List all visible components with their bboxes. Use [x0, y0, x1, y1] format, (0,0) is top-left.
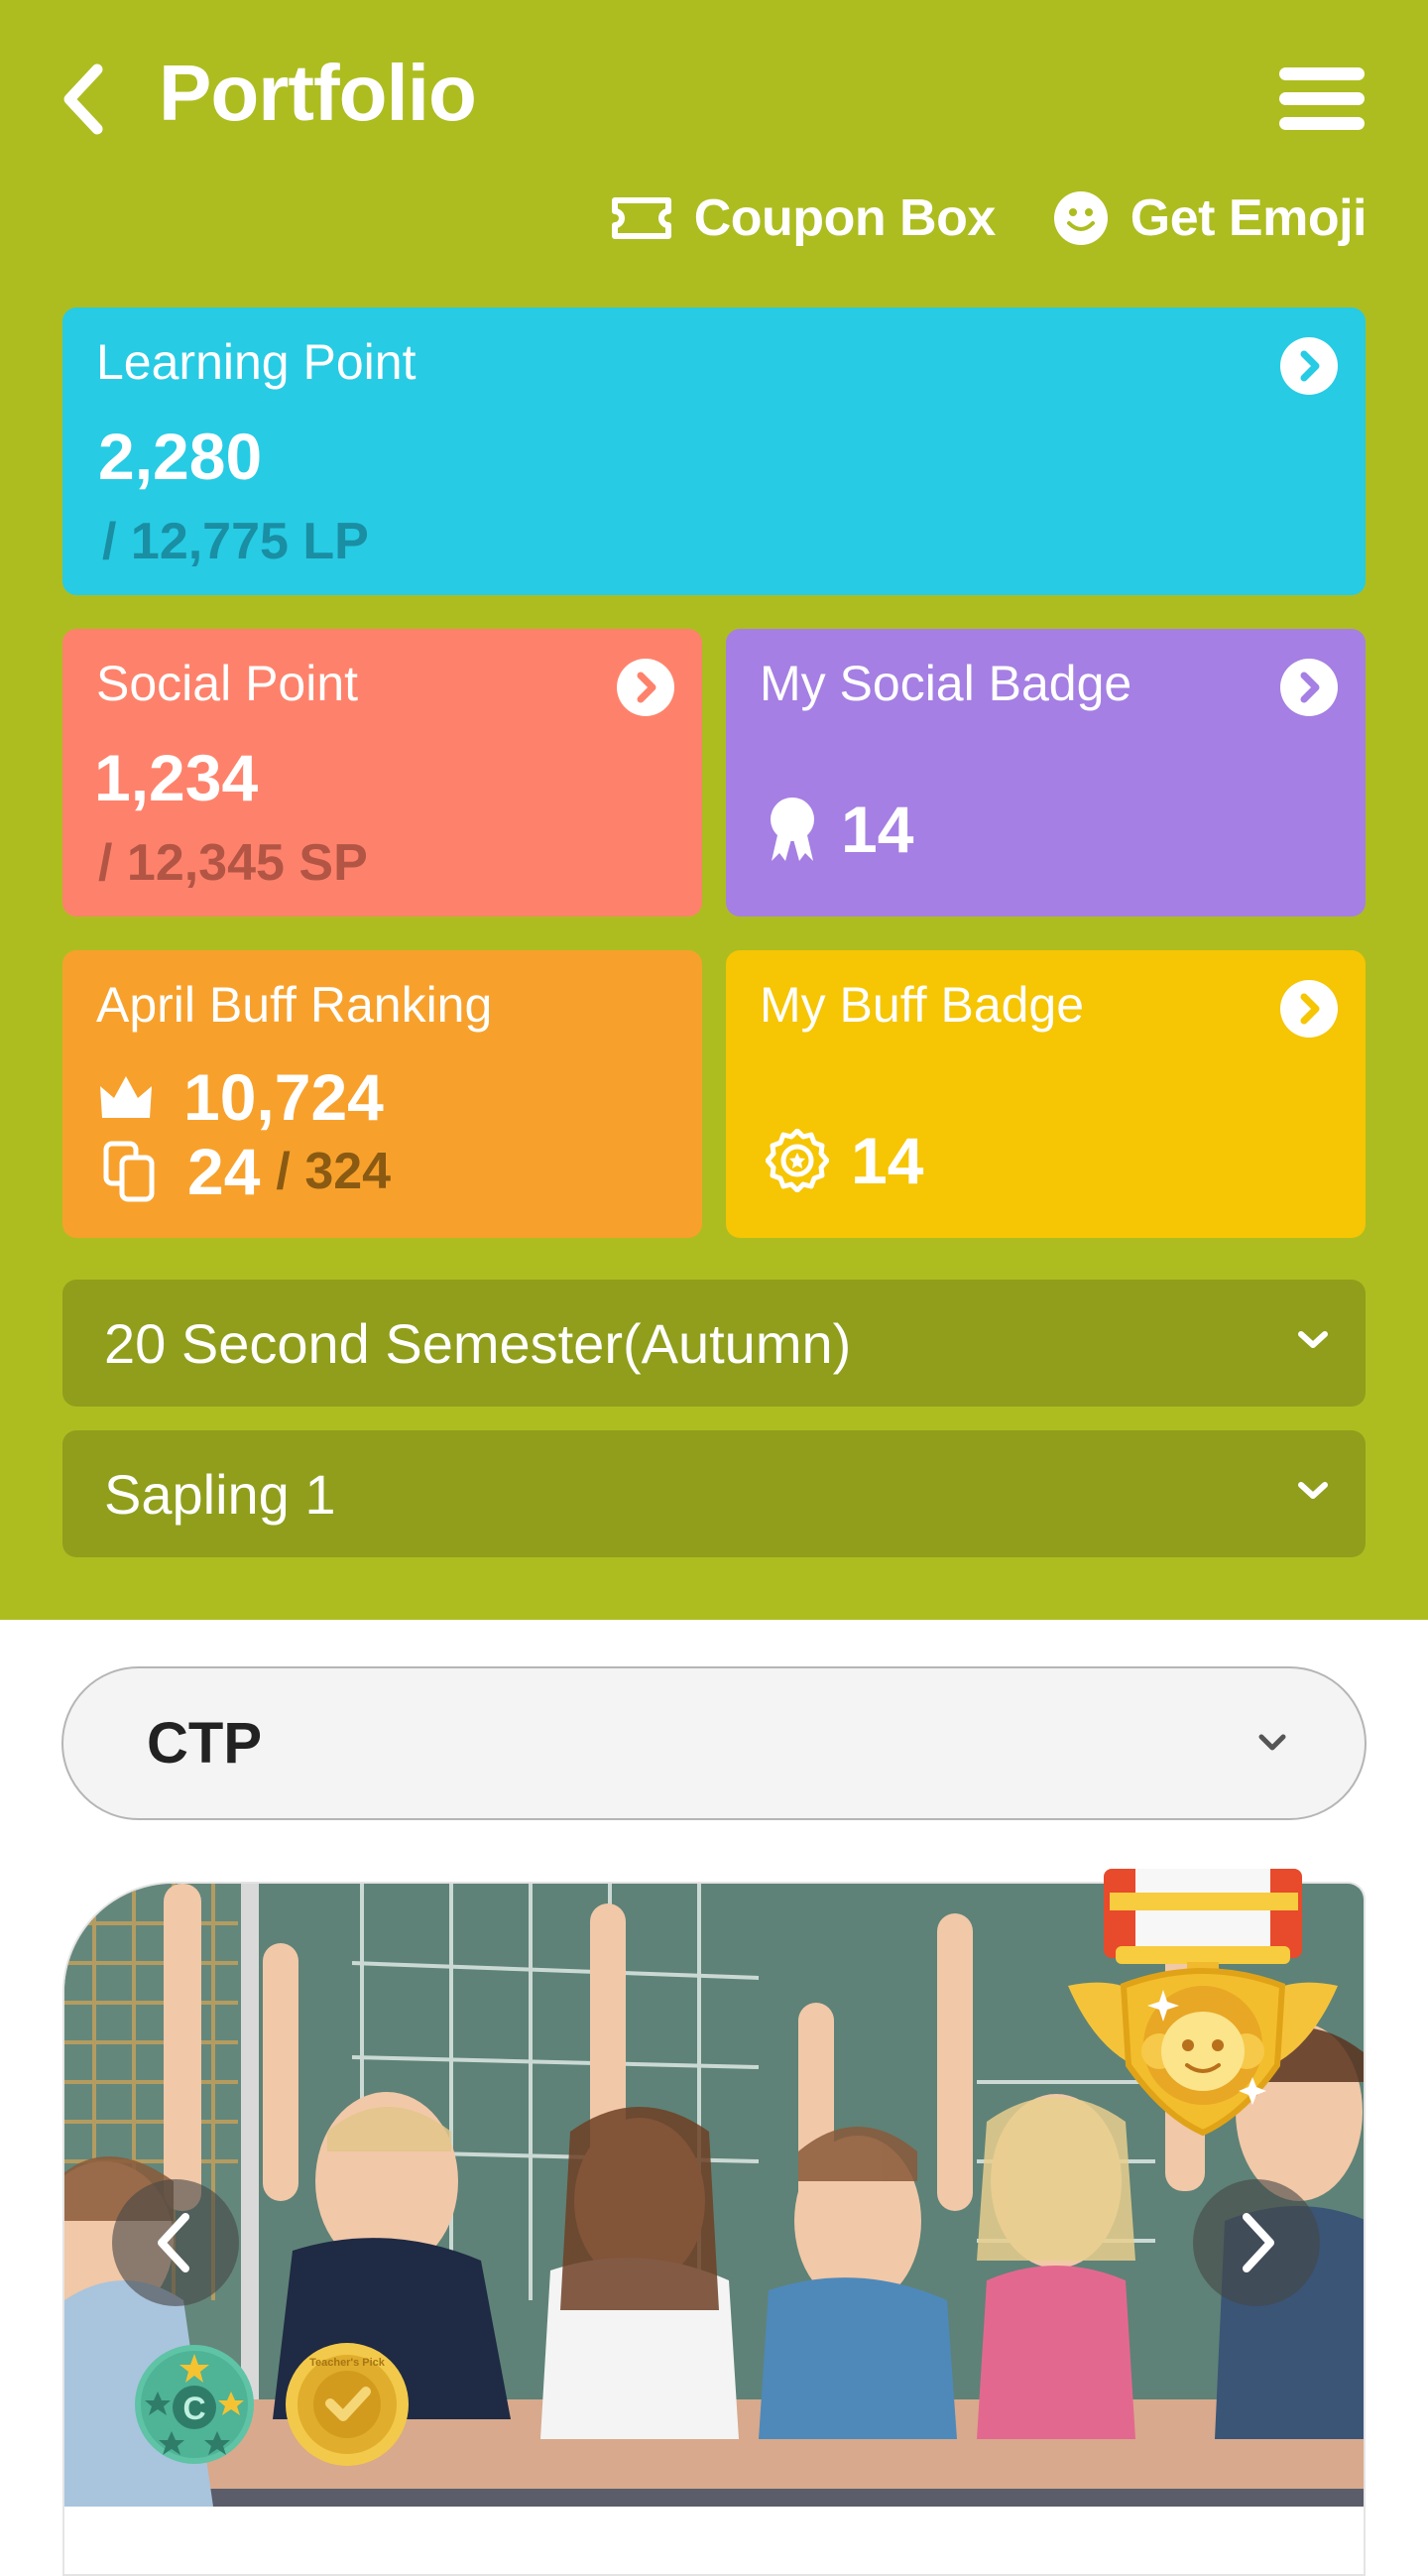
coupon-box-label: Coupon Box: [693, 189, 997, 247]
teachers-pick-badge-icon: Teacher's Pick: [286, 2343, 409, 2466]
buff-ranking-label: April Buff Ranking: [96, 977, 493, 1033]
coupon-box-link[interactable]: Coupon Box: [611, 188, 996, 248]
copy-cards-icon: [103, 1141, 155, 1202]
social-badge-count: 14: [841, 793, 914, 866]
buff-rank-row: 10,724: [98, 1059, 384, 1135]
social-badge-label: My Social Badge: [760, 656, 1132, 711]
buff-badge-count-row: 14: [766, 1123, 923, 1198]
social-badge-card[interactable]: My Social Badge 14: [726, 629, 1366, 917]
social-point-arrow-button[interactable]: [617, 659, 674, 716]
social-point-value: 1,234: [94, 741, 259, 814]
chevron-down-icon: [1298, 1482, 1328, 1499]
chevron-down-icon: [1298, 1331, 1328, 1348]
page-title: Portfolio: [159, 49, 477, 137]
carousel-next-button[interactable]: [1193, 2179, 1320, 2306]
teachers-pick-text: Teacher's Pick: [309, 2357, 386, 2369]
chevron-left-icon: [158, 2213, 189, 2272]
menu-button[interactable]: [1279, 61, 1368, 131]
ribbon-badge-icon: [771, 797, 814, 861]
learning-point-total: / 12,775 LP: [102, 513, 369, 570]
chevron-right-icon: [637, 672, 656, 703]
buff-badge-arrow-button[interactable]: [1280, 980, 1338, 1038]
header: Portfolio Coupon Box Get Emoji Learning …: [0, 0, 1428, 1620]
get-emoji-link[interactable]: Get Emoji: [1053, 188, 1368, 248]
hamburger-menu-icon: [1279, 67, 1365, 80]
semester-dropdown[interactable]: 20 Second Semester(Autumn): [62, 1280, 1366, 1407]
smiley-icon: [1053, 191, 1108, 245]
chevron-down-icon: [1258, 1734, 1286, 1751]
badge-c-letter: C: [182, 2391, 205, 2426]
buff-ranking-card[interactable]: April Buff Ranking 10,724 24 / 324: [62, 950, 702, 1238]
category-dropdown[interactable]: CTP: [61, 1666, 1367, 1820]
buff-badge-count: 14: [851, 1124, 924, 1197]
level-dropdown-value: Sapling 1: [104, 1462, 336, 1526]
buff-cards-value: 24: [187, 1135, 261, 1208]
chevron-left-icon: [63, 63, 103, 135]
social-badge-count-row: 14: [766, 792, 913, 867]
social-point-card[interactable]: Social Point 1,234 / 12,345 SP: [62, 629, 702, 917]
buff-badge-label: My Buff Badge: [760, 977, 1085, 1033]
star-seal-icon: [766, 1129, 829, 1192]
hamburger-bar: [1279, 117, 1365, 130]
gold-monkey-medal-icon: [1068, 1869, 1338, 2137]
learning-point-arrow-button[interactable]: [1280, 337, 1338, 395]
hamburger-bar: [1279, 92, 1365, 105]
learning-point-card[interactable]: Learning Point 2,280 / 12,775 LP: [62, 307, 1366, 595]
buff-badge-card[interactable]: My Buff Badge 14: [726, 950, 1366, 1238]
level-dropdown[interactable]: Sapling 1: [62, 1430, 1366, 1557]
header-links: Coupon Box Get Emoji: [611, 188, 1368, 248]
social-point-label: Social Point: [96, 656, 359, 711]
chevron-right-icon: [1300, 993, 1320, 1025]
buff-rank-value: 10,724: [183, 1060, 384, 1134]
category-dropdown-value: CTP: [147, 1711, 262, 1776]
get-emoji-label: Get Emoji: [1130, 189, 1368, 247]
chevron-right-icon: [1300, 350, 1320, 382]
back-button[interactable]: [58, 61, 113, 137]
buff-cards-row: 24 / 324: [102, 1134, 391, 1209]
semester-dropdown-value: 20 Second Semester(Autumn): [104, 1311, 852, 1375]
social-point-total: / 12,345 SP: [98, 834, 368, 892]
buff-cards-total: / 324: [276, 1143, 392, 1200]
ticket-icon: [611, 197, 671, 239]
social-badge-arrow-button[interactable]: [1280, 659, 1338, 716]
crown-icon: [100, 1076, 152, 1118]
learning-point-value: 2,280: [98, 420, 263, 493]
learning-point-label: Learning Point: [96, 334, 416, 390]
chevron-right-icon: [1300, 672, 1320, 703]
chevron-right-icon: [1243, 2213, 1274, 2272]
c-stars-badge-icon: C: [135, 2345, 254, 2464]
carousel-prev-button[interactable]: [112, 2179, 239, 2306]
